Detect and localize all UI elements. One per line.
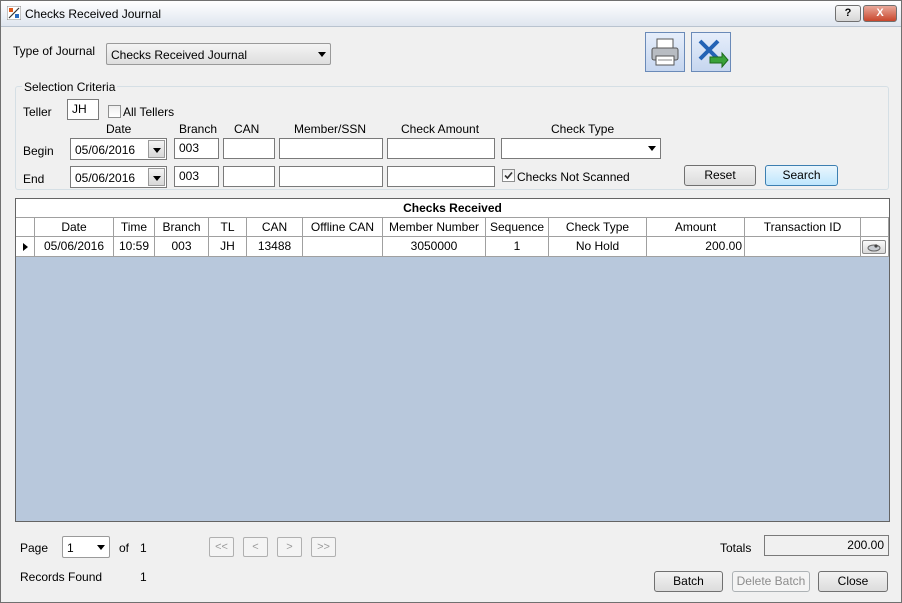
column-header-branch[interactable]: Branch <box>155 218 209 237</box>
end-date-value: 05/06/2016 <box>75 171 136 185</box>
end-date-picker[interactable]: 05/06/2016 <box>70 166 167 188</box>
end-label: End <box>23 172 45 186</box>
records-found-label: Records Found <box>20 570 103 584</box>
selection-criteria-title: Selection Criteria <box>22 80 118 94</box>
column-header-offline-can[interactable]: Offline CAN <box>303 218 383 237</box>
window-title: Checks Received Journal <box>25 7 162 21</box>
last-page-button[interactable]: >> <box>311 537 336 557</box>
view-check-button[interactable] <box>862 240 886 254</box>
check-image-icon <box>867 244 881 252</box>
checks-received-journal-window: Checks Received Journal ? X Type of Jour… <box>0 0 902 603</box>
batch-button[interactable]: Batch <box>654 571 723 592</box>
journal-type-label: Type of Journal <box>13 44 96 58</box>
excel-export-icon <box>698 39 729 69</box>
end-check-amount-input[interactable] <box>387 166 495 187</box>
column-header-member-number[interactable]: Member Number <box>383 218 486 237</box>
page-select-value: 1 <box>67 541 74 555</box>
end-member-ssn-input[interactable] <box>279 166 383 187</box>
journal-type-select[interactable]: Checks Received Journal <box>106 43 331 65</box>
reset-button[interactable]: Reset <box>684 165 756 186</box>
table-row[interactable]: 05/06/2016 10:59 003 JH 13488 3050000 1 … <box>16 237 889 257</box>
checks-not-scanned-checkbox[interactable] <box>502 169 515 182</box>
cell-transaction-id[interactable] <box>745 237 861 257</box>
previous-page-button[interactable]: < <box>243 537 268 557</box>
title-bar: Checks Received Journal ? X <box>1 1 901 27</box>
check-type-select[interactable] <box>501 138 661 159</box>
check-amount-column-header: Check Amount <box>401 122 480 136</box>
begin-branch-input[interactable]: 003 <box>174 138 219 159</box>
chevron-down-icon <box>318 52 326 57</box>
close-button[interactable]: Close <box>818 571 888 592</box>
chevron-down-icon <box>648 146 656 151</box>
column-header-date[interactable]: Date <box>35 218 114 237</box>
end-can-input[interactable] <box>223 166 275 187</box>
cell-member-number[interactable]: 3050000 <box>383 237 486 257</box>
printer-icon <box>651 38 679 66</box>
journal-type-value: Checks Received Journal <box>111 48 248 62</box>
page-select[interactable]: 1 <box>62 536 110 558</box>
column-header-tl[interactable]: TL <box>209 218 247 237</box>
cell-sequence[interactable]: 1 <box>486 237 549 257</box>
check-type-column-header: Check Type <box>551 122 615 136</box>
cell-check-type[interactable]: No Hold <box>549 237 647 257</box>
cell-offline-can[interactable] <box>303 237 383 257</box>
begin-label: Begin <box>23 144 54 158</box>
begin-member-ssn-input[interactable] <box>279 138 383 159</box>
column-header-action <box>861 218 889 237</box>
records-found-value: 1 <box>140 570 147 584</box>
cell-branch[interactable]: 003 <box>155 237 209 257</box>
row-header-corner <box>16 218 35 237</box>
cell-date[interactable]: 05/06/2016 <box>35 237 114 257</box>
calendar-dropdown-icon[interactable] <box>148 140 165 158</box>
of-label: of <box>119 541 130 555</box>
current-row-arrow-icon <box>23 243 28 251</box>
teller-label: Teller <box>23 105 52 119</box>
grid-caption: Checks Received <box>16 199 889 218</box>
end-branch-input[interactable]: 003 <box>174 166 219 187</box>
help-button[interactable]: ? <box>835 5 861 22</box>
can-column-header: CAN <box>234 122 260 136</box>
column-header-amount[interactable]: Amount <box>647 218 745 237</box>
checkmark-icon <box>504 171 513 180</box>
app-icon <box>7 6 21 20</box>
export-button[interactable] <box>691 32 731 72</box>
begin-date-value: 05/06/2016 <box>75 143 136 157</box>
column-header-check-type[interactable]: Check Type <box>549 218 647 237</box>
cell-amount[interactable]: 200.00 <box>647 237 745 257</box>
calendar-dropdown-icon[interactable] <box>148 168 165 186</box>
page-label: Page <box>20 541 49 555</box>
begin-can-input[interactable] <box>223 138 275 159</box>
all-tellers-label: All Tellers <box>123 105 175 119</box>
branch-column-header: Branch <box>179 122 218 136</box>
chevron-down-icon <box>97 545 105 550</box>
column-header-time[interactable]: Time <box>114 218 155 237</box>
begin-date-picker[interactable]: 05/06/2016 <box>70 138 167 160</box>
page-total: 1 <box>140 541 147 555</box>
delete-batch-button[interactable]: Delete Batch <box>732 571 810 592</box>
totals-value: 200.00 <box>764 535 889 556</box>
print-button[interactable] <box>645 32 685 72</box>
search-button[interactable]: Search <box>765 165 838 186</box>
cell-tl[interactable]: JH <box>209 237 247 257</box>
close-window-button[interactable]: X <box>863 5 897 22</box>
column-header-sequence[interactable]: Sequence <box>486 218 549 237</box>
date-column-header: Date <box>106 122 132 136</box>
cell-time[interactable]: 10:59 <box>114 237 155 257</box>
checks-not-scanned-label: Checks Not Scanned <box>517 170 630 184</box>
totals-label: Totals <box>720 541 752 555</box>
row-header[interactable] <box>16 237 35 257</box>
column-header-transaction-id[interactable]: Transaction ID <box>745 218 861 237</box>
first-page-button[interactable]: << <box>209 537 234 557</box>
all-tellers-checkbox[interactable] <box>108 105 121 118</box>
cell-can[interactable]: 13488 <box>247 237 303 257</box>
member-ssn-column-header: Member/SSN <box>294 122 367 136</box>
begin-check-amount-input[interactable] <box>387 138 495 159</box>
grid-header-row: Date Time Branch TL CAN Offline CAN Memb… <box>16 218 889 237</box>
teller-input[interactable]: JH <box>67 99 99 120</box>
next-page-button[interactable]: > <box>277 537 302 557</box>
checks-received-grid: Checks Received Date Time Branch TL CAN … <box>15 198 890 522</box>
column-header-can[interactable]: CAN <box>247 218 303 237</box>
